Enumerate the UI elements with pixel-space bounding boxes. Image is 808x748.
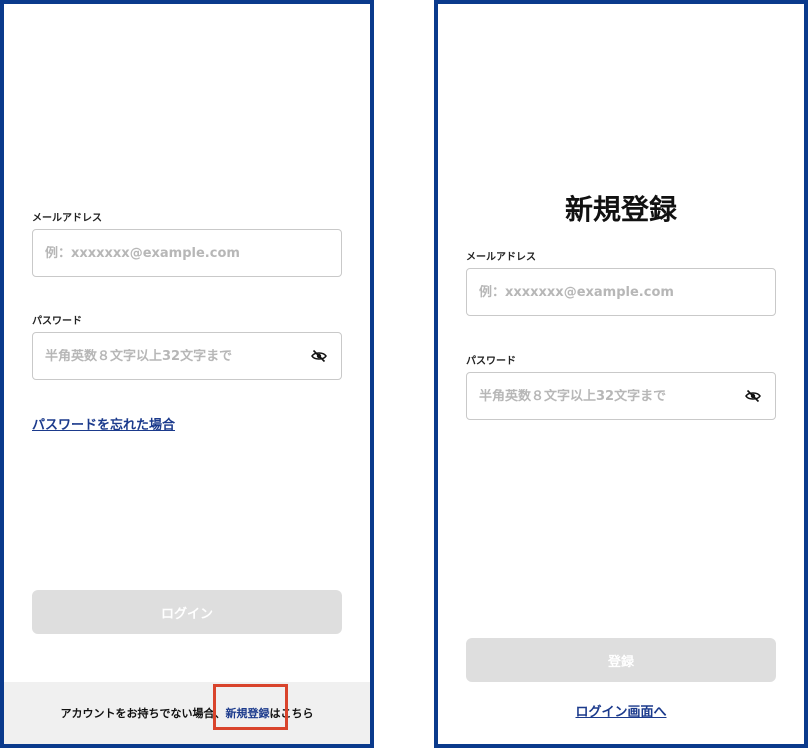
email-label: メールアドレス <box>32 213 102 224</box>
register-button[interactable]: 登録 <box>466 638 776 682</box>
password-label: パスワード <box>32 316 82 327</box>
eye-slash-icon[interactable] <box>743 386 763 406</box>
signup-link[interactable]: 新規登録 <box>226 705 270 721</box>
password-label: パスワード <box>466 356 516 367</box>
email-input[interactable] <box>479 284 763 300</box>
register-screen: 新規登録 メールアドレス パスワード 登録 ログイン画面へ <box>434 0 808 748</box>
footer-prefix-text: アカウントをお持ちでない場合、 <box>60 707 226 720</box>
email-label: メールアドレス <box>466 252 536 263</box>
eye-slash-icon[interactable] <box>309 346 329 366</box>
login-screen: メールアドレス パスワード パスワードを忘れた場合 ログイン アカウントをお持ち… <box>0 0 374 748</box>
page-title: 新規登録 <box>564 193 677 226</box>
forgot-password-link[interactable]: パスワードを忘れた場合 <box>32 414 175 433</box>
email-field-container <box>466 268 776 316</box>
email-field-container <box>32 229 342 277</box>
footer-suffix-text: はこちら <box>269 707 314 720</box>
login-button[interactable]: ログイン <box>32 590 342 634</box>
password-field-container <box>466 372 776 420</box>
back-to-login-link[interactable]: ログイン画面へ <box>438 701 804 720</box>
password-input[interactable] <box>479 388 743 404</box>
signup-footer: アカウントをお持ちでない場合、 新規登録 はこちら <box>4 682 370 744</box>
password-input[interactable] <box>45 348 309 364</box>
password-field-container <box>32 332 342 380</box>
email-input[interactable] <box>45 245 329 261</box>
